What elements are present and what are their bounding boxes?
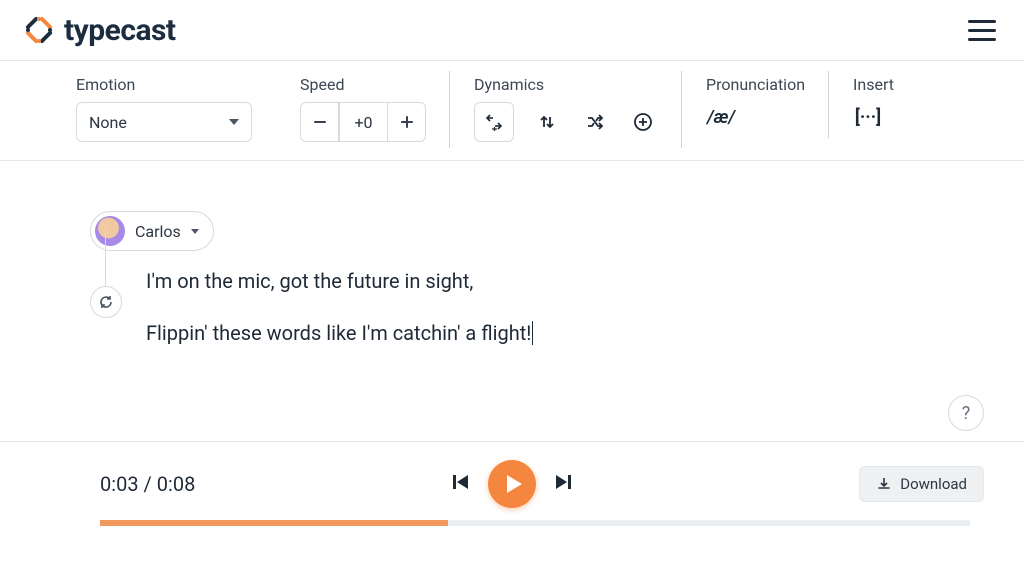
editor-canvas: Carlos I'm on the mic, got the future in… bbox=[0, 161, 1024, 441]
download-button[interactable]: Download bbox=[859, 466, 984, 502]
insert-label: Insert bbox=[853, 75, 894, 94]
player-bar: 0:03 / 0:08 Download bbox=[0, 442, 1024, 502]
dynamics-group: Dynamics bbox=[450, 75, 682, 142]
logo-mark-icon bbox=[24, 15, 54, 45]
editor-toolbar: Emotion None Speed +0 Dynamics bbox=[0, 60, 1024, 161]
previous-button[interactable] bbox=[448, 470, 472, 498]
playback-controls bbox=[448, 460, 576, 508]
emotion-value: None bbox=[89, 113, 127, 132]
voice-name: Carlos bbox=[135, 222, 181, 241]
menu-icon[interactable] bbox=[968, 20, 996, 41]
playback-time: 0:03 / 0:08 bbox=[100, 472, 195, 496]
app-header: typecast bbox=[0, 0, 1024, 60]
phoneme-icon[interactable]: /æ/ bbox=[706, 102, 736, 132]
emotion-label: Emotion bbox=[76, 75, 252, 94]
play-button[interactable] bbox=[488, 460, 536, 508]
speed-minus-button[interactable] bbox=[301, 103, 339, 141]
download-icon bbox=[876, 476, 892, 492]
speed-value: +0 bbox=[339, 103, 387, 141]
help-button[interactable]: ? bbox=[948, 395, 984, 431]
next-button[interactable] bbox=[552, 470, 576, 498]
speed-label: Speed bbox=[300, 75, 426, 94]
voice-selector[interactable]: Carlos bbox=[90, 211, 214, 251]
chevron-down-icon bbox=[229, 119, 239, 125]
script-line-2[interactable]: Flippin' these words like I'm catchin' a… bbox=[146, 321, 948, 345]
brand-name: typecast bbox=[64, 13, 176, 48]
insert-pause-icon[interactable]: [···] bbox=[853, 102, 883, 132]
emotion-group: Emotion None bbox=[76, 75, 276, 142]
pronunciation-group: Pronunciation /æ/ bbox=[682, 75, 829, 132]
avatar bbox=[95, 216, 125, 246]
pronunciation-label: Pronunciation bbox=[706, 75, 805, 94]
timeline-connector bbox=[105, 227, 106, 287]
progress-fill bbox=[100, 520, 448, 526]
brand-logo[interactable]: typecast bbox=[24, 13, 176, 48]
take-control-icon[interactable] bbox=[474, 102, 514, 142]
script-line-1[interactable]: I'm on the mic, got the future in sight, bbox=[146, 269, 948, 293]
speed-stepper: +0 bbox=[300, 102, 426, 142]
caret-down-icon bbox=[191, 229, 199, 234]
script-block[interactable]: I'm on the mic, got the future in sight,… bbox=[146, 269, 948, 345]
pitch-arrows-icon[interactable] bbox=[532, 107, 562, 137]
regenerate-button[interactable] bbox=[90, 286, 122, 318]
speed-plus-button[interactable] bbox=[387, 103, 425, 141]
speed-group: Speed +0 bbox=[276, 75, 450, 142]
emotion-select[interactable]: None bbox=[76, 102, 252, 142]
dynamics-label: Dynamics bbox=[474, 75, 658, 94]
progress-track[interactable] bbox=[100, 520, 970, 526]
add-circle-icon[interactable] bbox=[628, 107, 658, 137]
shuffle-icon[interactable] bbox=[580, 107, 610, 137]
insert-group: Insert [···] bbox=[829, 75, 918, 132]
play-icon bbox=[507, 475, 522, 493]
